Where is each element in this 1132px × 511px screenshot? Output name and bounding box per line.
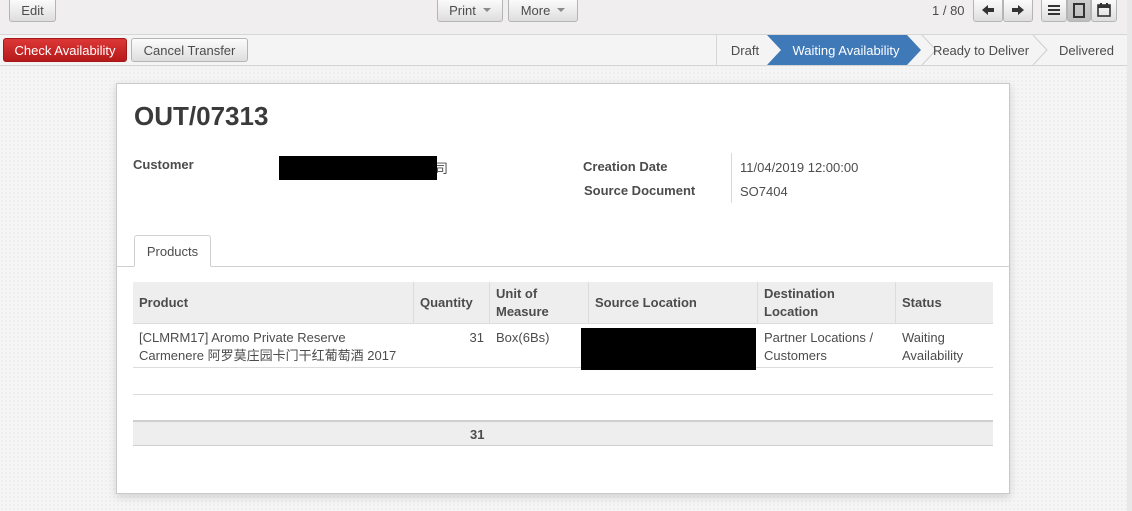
cell-status: Waiting Availability (902, 330, 964, 363)
pager-next-button[interactable] (1003, 0, 1033, 22)
chevron-down-icon (557, 8, 566, 12)
chevron-down-icon (482, 8, 491, 12)
arrow-left-icon (982, 5, 994, 15)
creation-date-label: Creation Date (583, 159, 668, 174)
print-button-label: Print (449, 2, 476, 18)
cell-uom: Box(6Bs) (496, 330, 550, 345)
cancel-transfer-button[interactable]: Cancel Transfer (131, 38, 248, 62)
more-dropdown-button[interactable]: More (508, 0, 578, 22)
column-header-source-location[interactable]: Source Location (589, 282, 758, 324)
calendar-icon (1097, 3, 1111, 17)
pager-value: 1 / 80 (932, 3, 965, 18)
stage-draft-label: Draft (730, 42, 760, 58)
customer-label: Customer (133, 157, 194, 172)
form-view-button[interactable] (1067, 0, 1091, 22)
stage-delivered-label: Delivered (1059, 42, 1114, 58)
stage-delivered[interactable]: Delivered (1045, 35, 1128, 65)
table-header: Product Quantity Unit of Measure Source … (133, 282, 993, 324)
source-document-value[interactable]: SO7404 (740, 184, 788, 199)
cell-quantity: 31 (469, 330, 484, 345)
status-bar: Check Availability Cancel Transfer Draft… (0, 34, 1127, 66)
edit-button[interactable]: Edit (9, 0, 56, 22)
cell-destination-location: Partner Locations / Customers (764, 330, 874, 363)
column-header-destination-location[interactable]: Destination Location (758, 282, 896, 324)
pager-previous-button[interactable] (973, 0, 1003, 22)
column-header-uom[interactable]: Unit of Measure (490, 282, 589, 324)
table-empty-row (133, 369, 993, 395)
stage-waiting-availability[interactable]: Waiting Availability (781, 35, 911, 65)
total-quantity: 31 (470, 427, 485, 442)
check-availability-label: Check Availability (14, 42, 116, 58)
more-button-label: More (520, 2, 551, 18)
calendar-view-button[interactable] (1091, 0, 1117, 22)
customer-value-redacted[interactable] (279, 156, 437, 180)
stage-ready-label: Ready to Deliver (932, 42, 1030, 58)
edit-button-label: Edit (21, 2, 44, 18)
column-header-product[interactable]: Product (133, 282, 414, 324)
form-icon (1073, 2, 1085, 18)
print-dropdown-button[interactable]: Print (437, 0, 503, 22)
tab-products[interactable]: Products (134, 235, 211, 267)
scrollbar[interactable] (1127, 0, 1132, 511)
stage-ready-to-deliver[interactable]: Ready to Deliver (927, 35, 1035, 65)
table-row[interactable]: [CLMRM17] Aromo Private Reserve Carmener… (133, 325, 993, 370)
table-footer: 31 (133, 420, 993, 446)
column-header-status[interactable]: Status (896, 282, 993, 324)
list-view-button[interactable] (1041, 0, 1067, 22)
list-icon (1048, 5, 1060, 15)
stage-progress: Draft Waiting Availability Ready to Deli… (716, 35, 1127, 65)
cell-product: [CLMRM17] Aromo Private Reserve Carmener… (139, 330, 397, 363)
tab-divider (117, 266, 1009, 267)
source-document-label: Source Document (584, 183, 696, 198)
page-title: OUT/07313 (134, 101, 269, 131)
field-divider (731, 153, 732, 203)
check-availability-button[interactable]: Check Availability (3, 38, 127, 62)
column-header-quantity[interactable]: Quantity (414, 282, 490, 324)
arrow-right-icon (1012, 5, 1024, 15)
cell-source-location-redacted (581, 328, 756, 370)
form-sheet: OUT/07313 Customer 司 Creation Date Sourc… (116, 83, 1010, 494)
tab-products-label: Products (146, 243, 199, 259)
creation-date-value[interactable]: 11/04/2019 12:00:00 (740, 160, 858, 175)
control-panel: Edit Print More 1 / 80 (0, 0, 1127, 33)
stage-draft[interactable]: Draft (717, 35, 773, 65)
stage-waiting-label: Waiting Availability (792, 42, 900, 58)
cancel-transfer-label: Cancel Transfer (143, 42, 236, 58)
